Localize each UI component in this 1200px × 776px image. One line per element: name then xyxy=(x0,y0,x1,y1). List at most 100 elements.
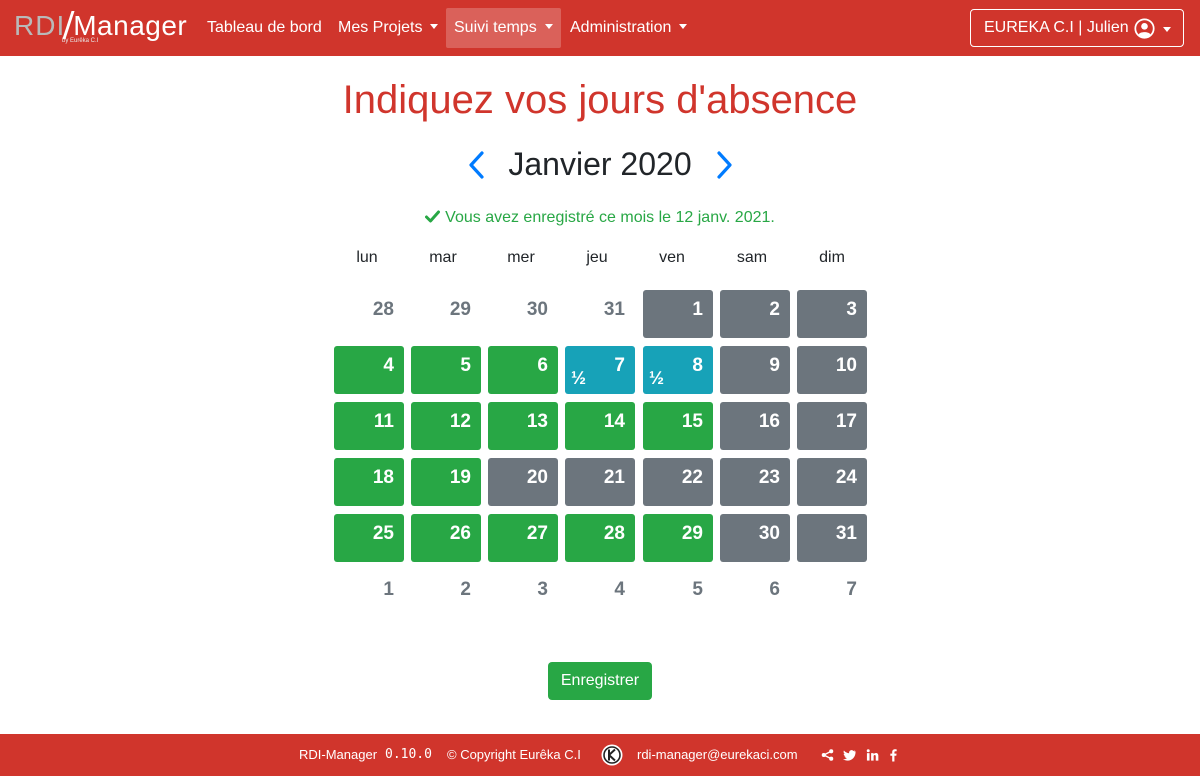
twitter-icon[interactable] xyxy=(843,748,856,762)
calendar-day-number: 2 xyxy=(460,579,471,600)
calendar-day[interactable]: 23 xyxy=(720,458,790,506)
calendar-day-outside-month: 6 xyxy=(720,570,790,618)
calendar-day[interactable]: 4 xyxy=(334,346,404,394)
calendar-day-number: 1 xyxy=(383,579,394,600)
share-icon[interactable] xyxy=(821,748,834,762)
calendar-day-number: 29 xyxy=(449,299,471,320)
calendar-day[interactable]: 10 xyxy=(797,346,867,394)
calendar-day-number: 19 xyxy=(449,467,471,488)
calendar-day[interactable]: 17 xyxy=(797,402,867,450)
calendar-day[interactable]: 28 xyxy=(565,514,635,562)
calendar-day-number: 5 xyxy=(460,355,471,376)
calendar-day[interactable]: 5 xyxy=(411,346,481,394)
calendar-day[interactable]: 18 xyxy=(334,458,404,506)
caret-down-icon xyxy=(679,24,688,29)
calendar-day[interactable]: 19 xyxy=(411,458,481,506)
facebook-icon[interactable] xyxy=(887,748,900,762)
calendar-day[interactable]: 9 xyxy=(720,346,790,394)
calendar-day-number: 7 xyxy=(846,579,857,600)
calendar-day[interactable]: 29 xyxy=(643,514,713,562)
calendar-day-number: 13 xyxy=(526,411,548,432)
calendar-day-number: 6 xyxy=(769,579,780,600)
calendar-day[interactable]: 14 xyxy=(565,402,635,450)
calendar-day[interactable]: ½8 xyxy=(643,346,713,394)
brand-logo[interactable]: RDI Manager by Eurêka C.I xyxy=(14,10,188,46)
calendar-day-number: 24 xyxy=(835,467,857,488)
nav-time-tracking-label: Suivi temps xyxy=(454,19,537,36)
calendar-day-number: 31 xyxy=(835,523,857,544)
eureka-logo-icon xyxy=(601,744,623,766)
page-title: Indiquez vos jours d'absence xyxy=(342,78,858,122)
save-button[interactable]: Enregistrer xyxy=(548,662,652,700)
footer: RDI-Manager 0.10.0 © Copyright Eurêka C.… xyxy=(0,734,1200,776)
linkedin-icon[interactable] xyxy=(866,748,879,762)
half-day-marker: ½ xyxy=(571,368,587,388)
calendar-day-number: 29 xyxy=(681,523,703,544)
calendar-day[interactable]: ½7 xyxy=(565,346,635,394)
calendar-day[interactable]: 15 xyxy=(643,402,713,450)
footer-email-link[interactable]: rdi-manager@eurekaci.com xyxy=(637,734,798,776)
calendar-day-number: 7 xyxy=(614,355,625,376)
top-navbar: RDI Manager by Eurêka C.I Tableau de bord… xyxy=(0,0,1200,56)
saved-message-text: Vous avez enregistré ce mois le 12 janv.… xyxy=(445,209,775,226)
calendar-day[interactable]: 25 xyxy=(334,514,404,562)
weekday-header: ven xyxy=(659,249,685,266)
calendar-day-number: 5 xyxy=(692,579,703,600)
calendar-day-number: 14 xyxy=(603,411,625,432)
calendar-day-number: 28 xyxy=(372,299,394,320)
calendar-day[interactable]: 22 xyxy=(643,458,713,506)
weekday-header: mar xyxy=(429,249,457,266)
calendar-day[interactable]: 12 xyxy=(411,402,481,450)
footer-version: 0.10.0 xyxy=(385,747,432,762)
calendar-day-outside-month: 28 xyxy=(334,290,404,338)
calendar-day[interactable]: 31 xyxy=(797,514,867,562)
calendar-day[interactable]: 2 xyxy=(720,290,790,338)
nav-dashboard[interactable]: Tableau de bord xyxy=(199,8,330,48)
calendar-day[interactable]: 27 xyxy=(488,514,558,562)
half-day-marker: ½ xyxy=(649,368,665,388)
calendar-day-number: 3 xyxy=(537,579,548,600)
calendar-day-number: 30 xyxy=(758,523,780,544)
nav-time-tracking[interactable]: Suivi temps xyxy=(446,8,561,48)
chevron-right-icon[interactable] xyxy=(712,150,736,180)
calendar-day[interactable]: 3 xyxy=(797,290,867,338)
nav-projects-label: Mes Projets xyxy=(338,19,423,36)
weekday-header: jeu xyxy=(586,249,608,266)
calendar-day-number: 11 xyxy=(373,411,394,432)
calendar-day[interactable]: 6 xyxy=(488,346,558,394)
calendar-day-number: 22 xyxy=(681,467,703,488)
nav-administration-label: Administration xyxy=(570,19,672,36)
user-menu-button[interactable]: EUREKA C.I | Julien xyxy=(970,9,1184,47)
calendar-day[interactable]: 21 xyxy=(565,458,635,506)
calendar-day[interactable]: 24 xyxy=(797,458,867,506)
brand-subtitle: by Eurêka C.I xyxy=(62,38,99,44)
saved-message: Vous avez enregistré ce mois le 12 janv.… xyxy=(0,208,1200,228)
calendar-day-number: 9 xyxy=(769,355,780,376)
calendar-day-number: 8 xyxy=(692,355,703,376)
caret-down-icon xyxy=(1163,27,1171,32)
check-icon xyxy=(425,210,441,223)
calendar-day-outside-month: 5 xyxy=(643,570,713,618)
brand-name-manager: Manager xyxy=(73,10,188,41)
caret-down-icon xyxy=(430,24,439,29)
nav-projects[interactable]: Mes Projets xyxy=(330,8,446,48)
calendar-day-number: 10 xyxy=(835,355,857,376)
nav-administration[interactable]: Administration xyxy=(562,8,695,48)
calendar-day-number: 27 xyxy=(526,523,548,544)
calendar-day[interactable]: 1 xyxy=(643,290,713,338)
calendar-day-number: 4 xyxy=(614,579,625,600)
calendar-day[interactable]: 20 xyxy=(488,458,558,506)
calendar-day[interactable]: 11 xyxy=(334,402,404,450)
brand-name-rdi: RDI xyxy=(14,10,66,41)
calendar-day-number: 17 xyxy=(835,411,857,432)
calendar-day[interactable]: 16 xyxy=(720,402,790,450)
calendar-day-number: 30 xyxy=(526,299,548,320)
calendar-day-number: 12 xyxy=(449,411,471,432)
calendar-day[interactable]: 13 xyxy=(488,402,558,450)
footer-app-name: RDI-Manager xyxy=(299,747,378,762)
calendar-day[interactable]: 30 xyxy=(720,514,790,562)
calendar-day-outside-month: 29 xyxy=(411,290,481,338)
user-circle-icon xyxy=(1134,18,1155,39)
calendar-day-number: 23 xyxy=(758,467,780,488)
calendar-day[interactable]: 26 xyxy=(411,514,481,562)
